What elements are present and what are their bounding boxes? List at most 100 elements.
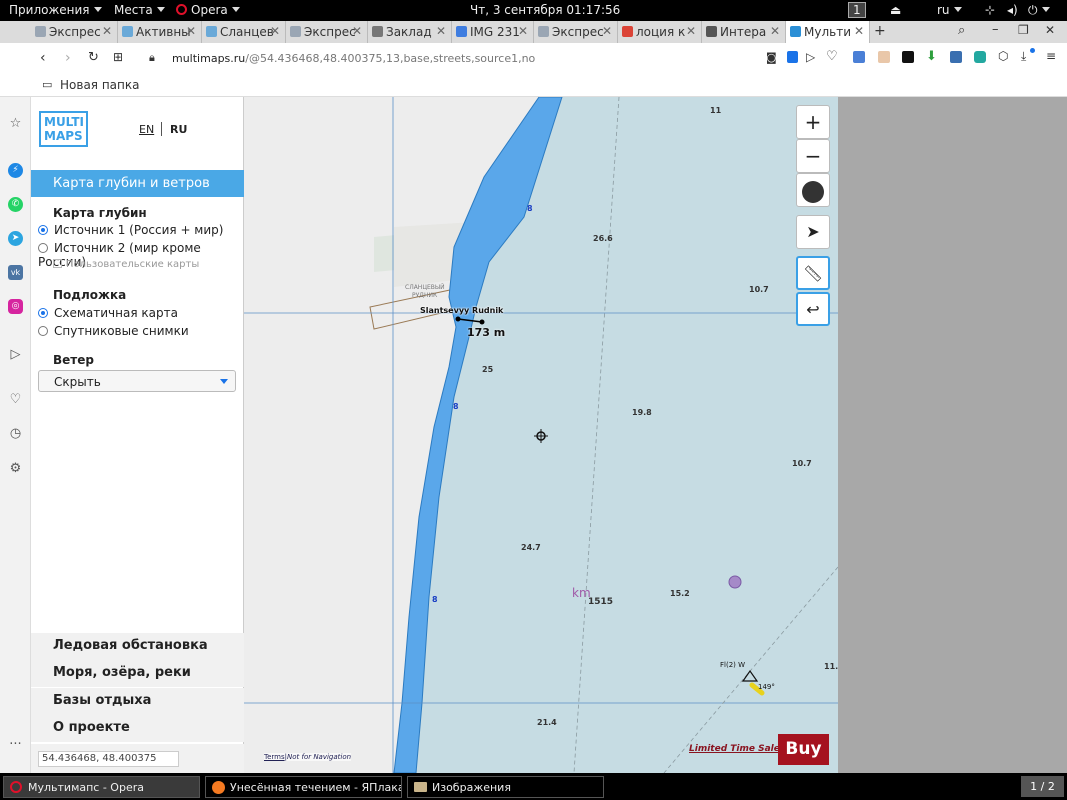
lang-ru-link[interactable]: RU [170, 123, 187, 136]
zoom-in-button[interactable]: + [796, 105, 830, 139]
ruler-button[interactable]: 📏︎ [796, 256, 830, 290]
easy-setup-icon[interactable]: ≡ [1046, 49, 1056, 63]
task-firefox[interactable]: Унесённая течением - ЯПлакалъ ... [205, 776, 402, 798]
base-satellite-radio[interactable]: Спутниковые снимки [38, 324, 189, 338]
terms-link[interactable]: Terms [264, 753, 285, 761]
close-icon[interactable]: ✕ [854, 24, 864, 38]
tab-img[interactable]: IMG 231 ✕ [452, 21, 534, 43]
vpn-shield-icon[interactable] [787, 51, 798, 63]
radio-selected[interactable] [38, 308, 48, 318]
task-multimaps-opera[interactable]: Мультимапс - Opera [3, 776, 200, 798]
url-field[interactable]: multimaps.ru/@54.436468,48.400375,13,bas… [172, 52, 535, 65]
lang-en-link[interactable]: EN [139, 123, 154, 136]
downloads-icon[interactable]: ⤓ [1021, 49, 1026, 64]
send-icon[interactable]: ▷ [806, 50, 815, 64]
download-extension-icon[interactable]: ⬇ [926, 49, 937, 64]
more-icon[interactable]: ··· [8, 737, 23, 752]
checkbox[interactable] [53, 259, 62, 268]
keyboard-layout[interactable]: ru [937, 3, 962, 17]
custom-maps-checkbox[interactable]: Пользовательские карты [53, 259, 199, 270]
network-icon[interactable]: ⊹ [985, 3, 995, 17]
source1-radio[interactable]: Источник 1 (Россия + мир) [38, 223, 223, 237]
vk-icon[interactable]: vk [8, 265, 23, 280]
depth-map[interactable]: 11 8 26.6 10.7 25 8 19.8 10.7 24.7 15.2 … [244, 97, 838, 773]
camera-icon[interactable]: ◙ [766, 51, 777, 64]
window-close-icon[interactable]: ✕ [1045, 23, 1055, 37]
menu-seas[interactable]: Моря, озёра, реки [31, 660, 244, 687]
workspace-indicator[interactable]: 1 [848, 2, 866, 18]
back-icon[interactable]: ‹ [40, 50, 46, 66]
compass-button[interactable] [796, 173, 830, 207]
close-icon[interactable]: ✕ [770, 24, 780, 38]
new-tab-plus-icon[interactable]: + [874, 23, 886, 39]
applications-menu[interactable]: Приложения [9, 3, 102, 17]
maximize-icon[interactable]: ❐ [1018, 23, 1029, 37]
whatsapp-icon[interactable]: ✆ [8, 197, 23, 212]
close-icon[interactable]: ✕ [352, 24, 362, 38]
close-icon[interactable]: ✕ [518, 24, 528, 38]
radio-selected[interactable] [38, 225, 48, 235]
clock[interactable]: Чт, 3 сентября 01:17:56 [470, 3, 620, 17]
close-icon[interactable]: ✕ [186, 24, 196, 38]
locate-button[interactable]: ➤ [796, 215, 830, 249]
heart-icon[interactable]: ♡ [8, 392, 23, 407]
heart-icon[interactable]: ♡ [826, 49, 838, 64]
extension-icon[interactable] [902, 51, 914, 63]
tab-express-2[interactable]: Экспрес ✕ [286, 21, 368, 43]
limited-sale-link[interactable]: Limited Time Sale [689, 744, 780, 754]
tab-bookmarks[interactable]: Заклад ✕ [368, 21, 452, 43]
radio-unselected[interactable] [38, 326, 48, 336]
close-icon[interactable]: ✕ [686, 24, 696, 38]
forward-icon[interactable]: › [65, 50, 71, 66]
multimaps-logo[interactable]: MULTI MAPS [39, 111, 88, 147]
places-menu[interactable]: Места [114, 3, 165, 17]
tab-slantsev[interactable]: Сланцев ✕ [202, 21, 286, 43]
send-icon[interactable]: ▷ [8, 347, 23, 362]
close-icon[interactable]: ✕ [602, 24, 612, 38]
lock-icon[interactable]: 🔒︎ [149, 51, 155, 65]
tab-express-1[interactable]: Экспрес ✕ [31, 21, 118, 43]
tab-express-3[interactable]: Экспрес ✕ [534, 21, 618, 43]
menu-bases[interactable]: Базы отдыха [31, 688, 244, 715]
tab-google-lotsia[interactable]: лоция к ✕ [618, 21, 702, 43]
workspace-pager[interactable]: 1 / 2 [1021, 776, 1064, 797]
power-icon[interactable]: ⏻ [1028, 3, 1050, 18]
instagram-icon[interactable]: ◎ [8, 299, 23, 314]
bookmark-folder[interactable]: Новая папка [60, 78, 139, 92]
cube-icon[interactable]: ⬡ [998, 49, 1008, 63]
tab-active[interactable]: Активны ✕ [118, 21, 202, 43]
km-value: 1515 [588, 597, 614, 607]
extension-icon[interactable] [974, 51, 986, 63]
extension-icon[interactable] [878, 51, 890, 63]
settings-gear-icon[interactable]: ⚙ [8, 461, 23, 476]
search-tabs-icon[interactable]: ⌕ [958, 23, 965, 38]
reload-icon[interactable]: ↻ [88, 50, 99, 65]
zoom-out-button[interactable]: − [796, 139, 830, 173]
extension-icon[interactable] [950, 51, 962, 63]
radio-unselected[interactable] [38, 243, 48, 253]
task-images-folder[interactable]: Изображения [407, 776, 604, 798]
wind-select[interactable]: Скрыть [38, 370, 236, 392]
close-icon[interactable]: ✕ [270, 24, 280, 38]
volume-icon[interactable]: ◂) [1007, 3, 1018, 17]
menu-ice[interactable]: Ледовая обстановка [31, 633, 244, 660]
messenger-icon[interactable]: ⚡ [8, 163, 23, 178]
speed-dial-icon[interactable]: ⊞ [113, 50, 123, 64]
minimize-icon[interactable]: – [992, 22, 999, 37]
opera-app-menu[interactable]: Opera [176, 3, 240, 17]
telegram-icon[interactable]: ➤ [8, 231, 23, 246]
eject-icon[interactable]: ⏏ [890, 3, 901, 17]
base-schematic-radio[interactable]: Схематичная карта [38, 306, 178, 320]
tab-interactive[interactable]: Интера ✕ [702, 21, 786, 43]
menu-about[interactable]: О проекте [31, 715, 244, 742]
undo-button[interactable]: ↩ [796, 292, 830, 326]
history-clock-icon[interactable]: ◷ [8, 426, 23, 441]
bookmark-star-icon[interactable]: ☆ [8, 116, 23, 131]
translate-icon[interactable] [853, 51, 865, 63]
buy-button[interactable]: Buy [778, 734, 829, 765]
close-icon[interactable]: ✕ [102, 24, 112, 38]
depth-wind-header[interactable]: Карта глубин и ветров [31, 170, 244, 197]
coords-field[interactable]: 54.436468, 48.400375 [38, 751, 179, 767]
tab-multimaps[interactable]: Мульти ✕ [786, 21, 870, 43]
close-icon[interactable]: ✕ [436, 24, 446, 38]
